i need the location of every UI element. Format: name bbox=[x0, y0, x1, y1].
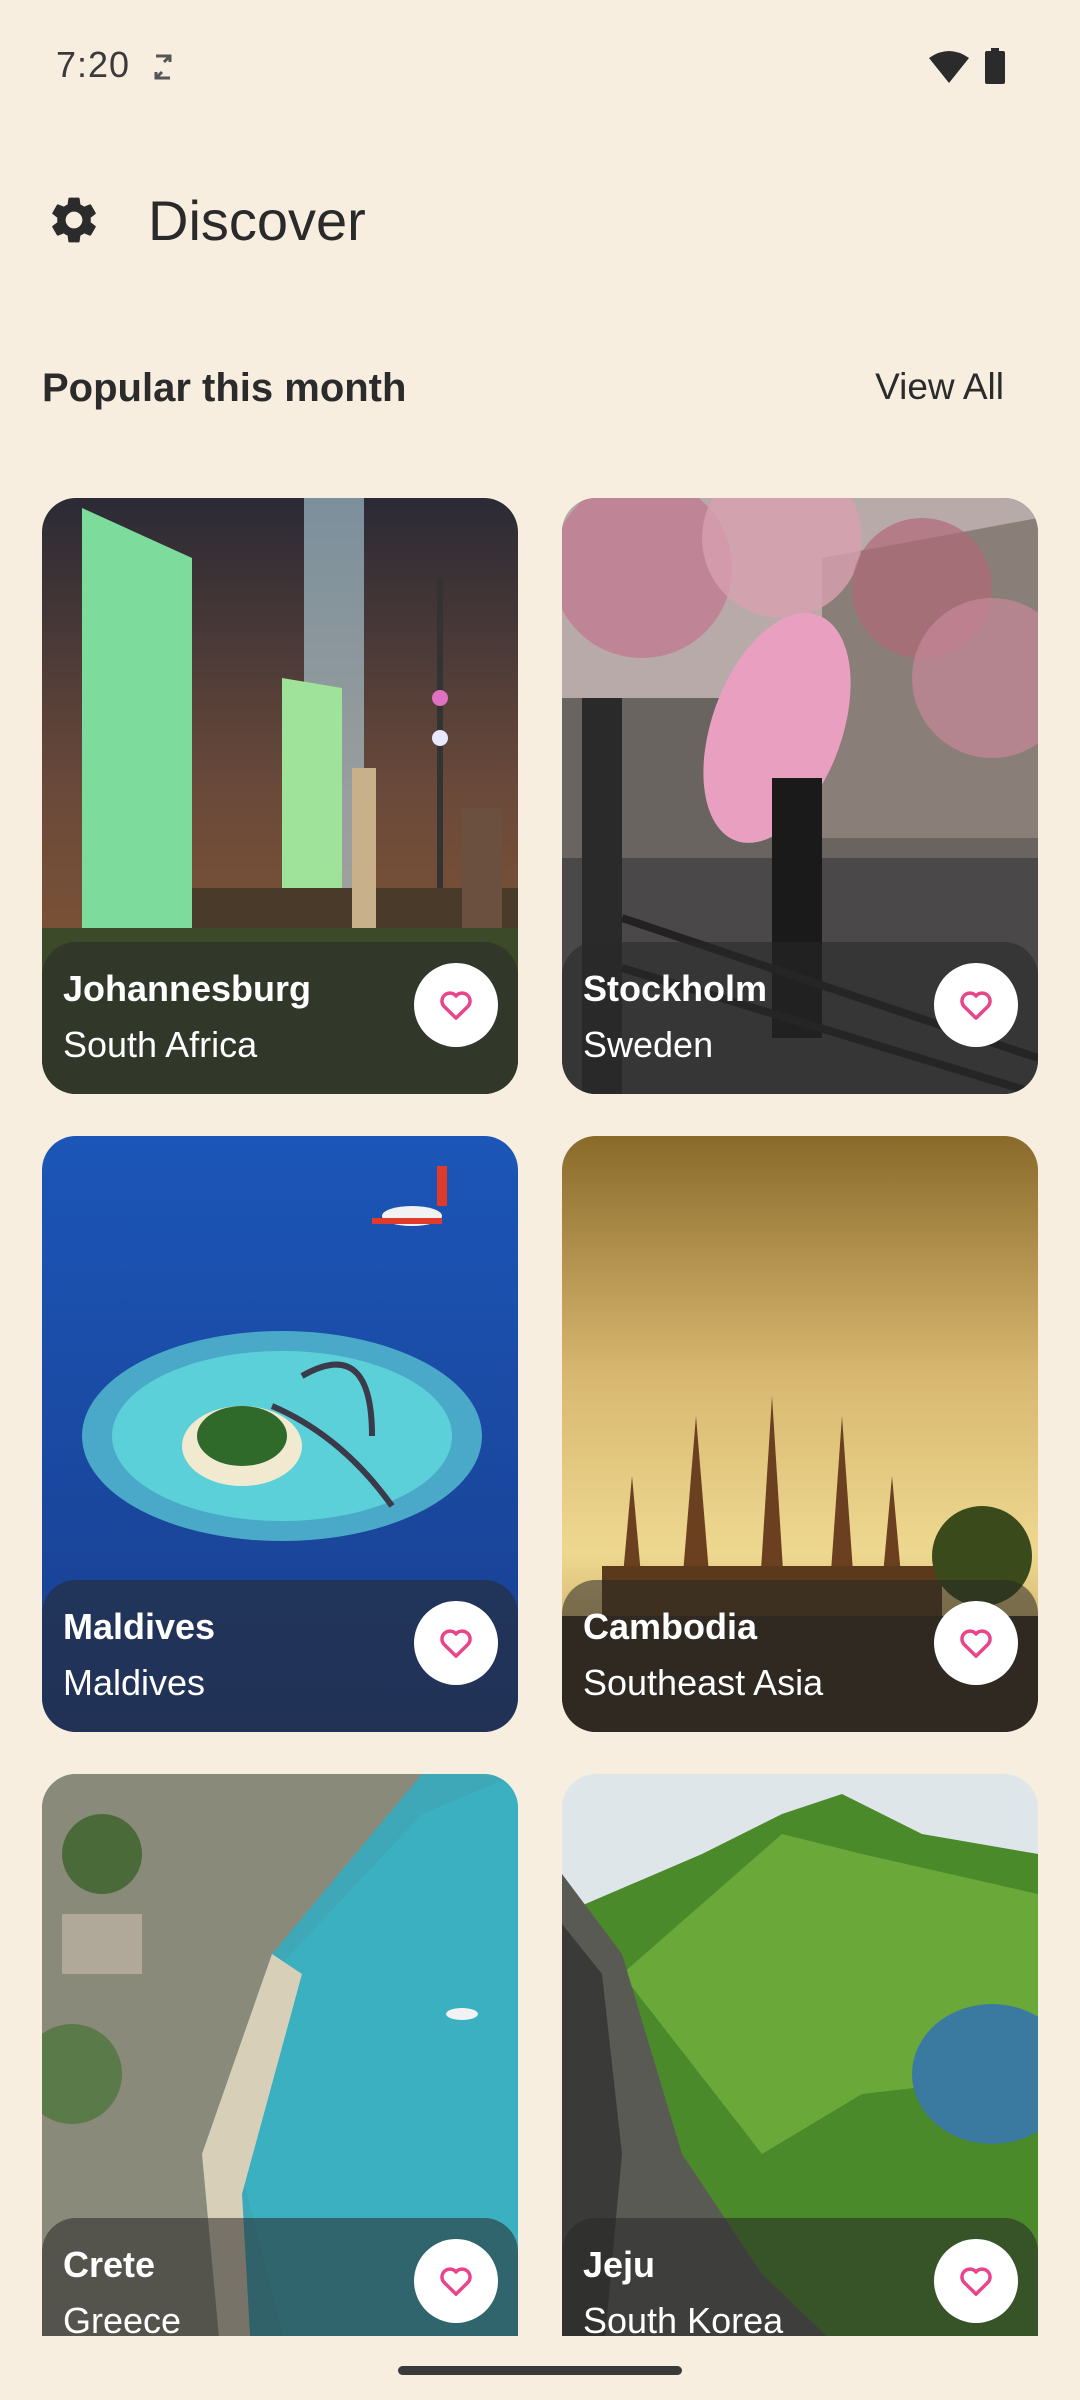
favorite-button[interactable] bbox=[414, 1601, 498, 1685]
destination-country: South Africa bbox=[63, 1024, 258, 1065]
page-title: Discover bbox=[148, 189, 366, 252]
heart-outline-icon bbox=[440, 2267, 472, 2296]
favorite-button[interactable] bbox=[414, 963, 498, 1047]
favorite-button[interactable] bbox=[934, 1601, 1018, 1685]
status-bar: 7:20 bbox=[0, 0, 1080, 130]
heart-outline-icon bbox=[960, 2267, 992, 2296]
wifi-icon bbox=[929, 51, 969, 83]
battery-icon bbox=[985, 48, 1005, 84]
top-app-bar: Discover bbox=[0, 170, 1080, 270]
heart-outline-icon bbox=[960, 991, 992, 1020]
destination-card[interactable]: Johannesburg South Africa bbox=[42, 498, 518, 1094]
destination-country: Sweden bbox=[583, 1024, 714, 1065]
gesture-nav-handle[interactable] bbox=[398, 2366, 682, 2375]
favorite-button[interactable] bbox=[934, 2239, 1018, 2323]
destination-card[interactable]: Jeju South Korea bbox=[562, 1774, 1038, 2336]
destination-card[interactable]: Cambodia Southeast Asia bbox=[562, 1136, 1038, 1732]
sync-icon bbox=[154, 54, 172, 80]
destination-city: Crete bbox=[63, 2244, 156, 2285]
destination-city: Cambodia bbox=[583, 1606, 758, 1647]
heart-outline-icon bbox=[440, 991, 472, 1020]
destination-country: Greece bbox=[63, 2300, 182, 2336]
section-title: Popular this month bbox=[42, 366, 407, 410]
destination-country: South Korea bbox=[583, 2300, 784, 2336]
destination-country: Maldives bbox=[63, 1662, 206, 1703]
status-time: 7:20 bbox=[56, 44, 131, 85]
destination-city: Jeju bbox=[583, 2244, 656, 2285]
destination-card[interactable]: Crete Greece bbox=[42, 1774, 518, 2336]
destination-city: Johannesburg bbox=[63, 968, 312, 1009]
destination-city: Stockholm bbox=[583, 968, 768, 1009]
destination-grid: Johannesburg South Africa Stockholm Swed… bbox=[42, 498, 1038, 2336]
destination-card[interactable]: Stockholm Sweden bbox=[562, 498, 1038, 1094]
gear-icon[interactable] bbox=[46, 192, 102, 248]
destination-card[interactable]: Maldives Maldives bbox=[42, 1136, 518, 1732]
favorite-button[interactable] bbox=[934, 963, 1018, 1047]
heart-outline-icon bbox=[440, 1629, 472, 1658]
heart-outline-icon bbox=[960, 1629, 992, 1658]
view-all-button[interactable]: View All bbox=[875, 366, 1004, 408]
destination-city: Maldives bbox=[63, 1606, 216, 1647]
destination-country: Southeast Asia bbox=[583, 1662, 824, 1703]
favorite-button[interactable] bbox=[414, 2239, 498, 2323]
